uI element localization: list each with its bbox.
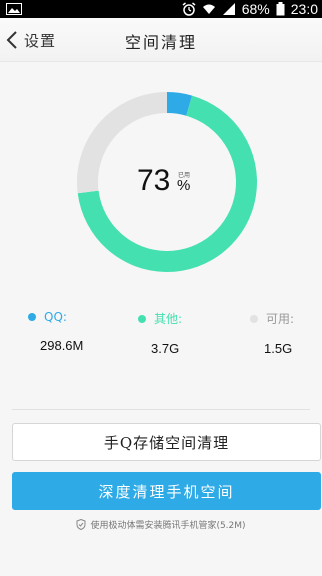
legend-free: 可用: 1.5G [250,310,294,356]
page-title: 空间清理 [124,33,197,52]
storage-donut: 73 已用 % [77,92,257,272]
signal-icon [222,3,235,15]
legend-label-free: 可用: [266,312,295,326]
qq-storage-clean-button[interactable]: 手Q存储空间清理 [12,423,321,461]
alarm-icon [182,2,196,16]
footer-note: 使用极动体需安装腾讯手机管家(5.2M) [0,518,322,531]
shield-icon [76,519,86,530]
legend-qq: QQ: 298.6M [28,310,83,353]
deep-clean-button[interactable]: 深度清理手机空间 [12,472,321,510]
storage-legend: QQ: 298.6M 其他: 3.7G 可用: 1.5G [0,310,322,360]
battery-icon [276,2,285,16]
percent-sign: % [177,177,191,194]
wifi-icon [202,4,215,14]
image-icon [6,3,22,15]
legend-dot-other [138,314,146,323]
legend-label-other: 其他: [154,312,183,326]
legend-value-qq: 298.6M [40,338,84,353]
app-header: 设置 空间清理 [0,18,322,62]
legend-dot-qq [28,313,36,321]
legend-value-other: 3.7G [151,341,180,356]
percent-value: 73 [137,164,171,197]
legend-value-free: 1.5G [264,341,293,356]
status-bar: 68% 23:0 [0,0,322,18]
legend-other: 其他: 3.7G [138,310,182,356]
footer-text: 使用极动体需安装腾讯手机管家(5.2M) [90,521,246,531]
clock: 23:0 [290,1,318,17]
legend-dot-free [250,314,258,323]
usage-percent: 73 已用 % [137,165,217,205]
divider [12,409,310,410]
battery-percent: 68% [241,1,270,17]
legend-label-qq: QQ: [44,310,67,324]
